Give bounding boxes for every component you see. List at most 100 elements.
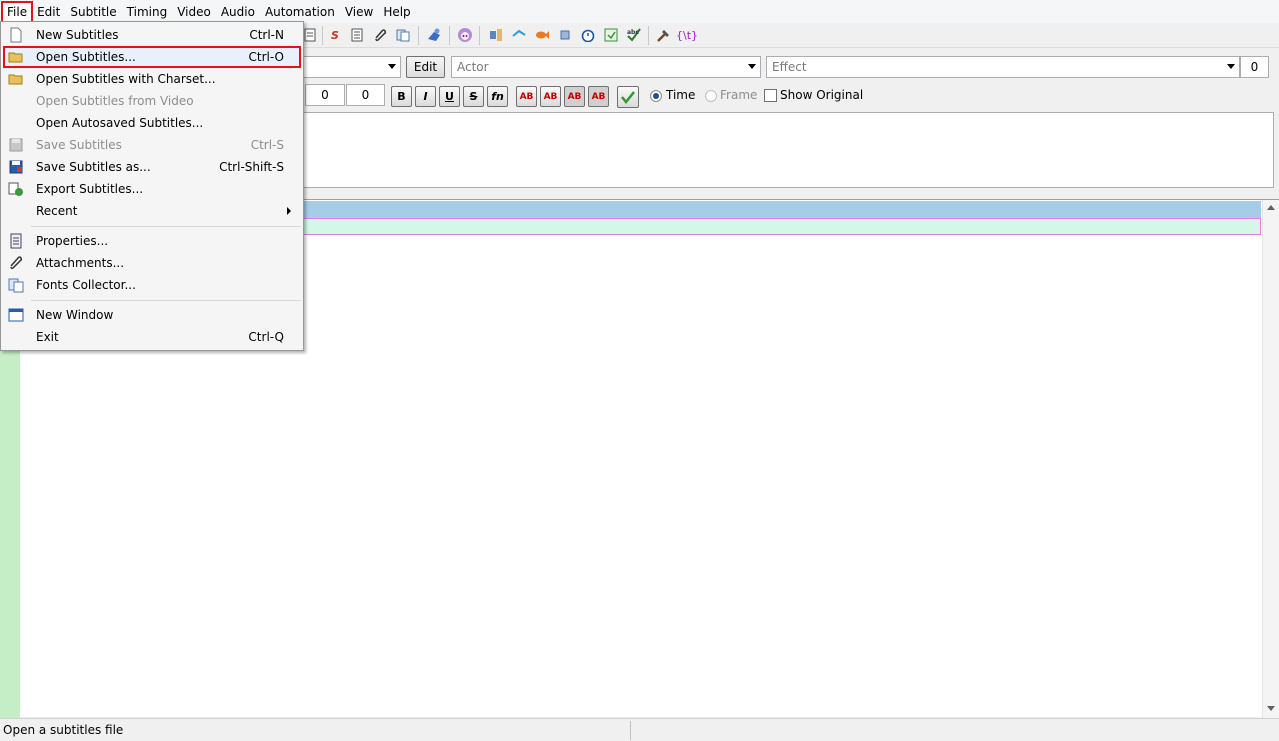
menu-item-exit[interactable]: Exit Ctrl-Q (3, 326, 301, 348)
toolbar-separator (418, 26, 419, 45)
export-icon (8, 181, 24, 197)
spellcheck-icon[interactable]: abc (626, 27, 642, 43)
paperclip-icon[interactable] (372, 27, 388, 43)
subtitle-text-area[interactable] (302, 112, 1274, 188)
shadow-color-button[interactable]: AB (588, 86, 609, 107)
actor-placeholder: Actor (457, 60, 489, 74)
time-label: Time (666, 88, 696, 102)
checkmark-icon (620, 89, 636, 105)
menu-item-label: Attachments... (36, 256, 125, 270)
edit-style-button[interactable]: Edit (406, 56, 445, 78)
menu-video[interactable]: Video (172, 2, 216, 22)
menu-subtitle[interactable]: Subtitle (65, 2, 121, 22)
menu-item-shortcut: Ctrl-O (248, 50, 284, 64)
primary-color-button[interactable]: AB (516, 86, 537, 107)
window-icon (8, 307, 24, 323)
menu-item-label: Save Subtitles (36, 138, 122, 152)
menu-item-shortcut: Ctrl-N (249, 28, 284, 42)
fonts-collector-icon[interactable] (395, 27, 411, 43)
menu-item-export[interactable]: Export Subtitles... (3, 178, 301, 200)
automation-icon[interactable] (426, 27, 442, 43)
effect-dropdown[interactable]: Effect (766, 56, 1240, 78)
toolbar-separator (449, 26, 450, 45)
tag-icon[interactable]: {\t} (676, 27, 698, 43)
menu-item-save-subtitles[interactable]: Save Subtitles Ctrl-S (3, 134, 301, 156)
menu-help[interactable]: Help (378, 2, 415, 22)
bold-button[interactable]: B (391, 86, 412, 107)
fish-icon[interactable] (534, 27, 550, 43)
stop-icon[interactable] (557, 27, 573, 43)
save-as-icon (8, 159, 24, 175)
scroll-up-icon[interactable] (1267, 205, 1275, 210)
menu-item-open-subtitles[interactable]: Open Subtitles... Ctrl-O (3, 46, 301, 68)
status-bar: Open a subtitles file (0, 718, 1279, 741)
time-radio[interactable] (650, 90, 662, 102)
outline-color-button[interactable]: AB (564, 86, 585, 107)
menu-item-new-window[interactable]: New Window (3, 304, 301, 326)
menu-item-label: Recent (36, 204, 78, 218)
menu-item-properties[interactable]: Properties... (3, 230, 301, 252)
new-file-icon (8, 27, 24, 43)
strikeout-button[interactable]: S (463, 86, 484, 107)
frame-radio[interactable] (705, 90, 717, 102)
menu-timing[interactable]: Timing (122, 2, 173, 22)
toolbar-separator (648, 26, 649, 45)
menu-item-recent[interactable]: Recent (3, 200, 301, 222)
jump-to-icon[interactable] (488, 27, 504, 43)
layer-field[interactable]: 0 (1240, 56, 1269, 78)
font-button[interactable]: fn (487, 86, 508, 107)
translation-icon[interactable] (603, 27, 619, 43)
menu-item-label: Open Subtitles with Charset... (36, 72, 216, 86)
menu-item-open-from-video[interactable]: Open Subtitles from Video (3, 90, 301, 112)
paperclip-icon (8, 255, 24, 271)
menubar: File Edit Subtitle Timing Video Audio Au… (0, 0, 1279, 23)
menu-view[interactable]: View (340, 2, 378, 22)
secondary-color-button[interactable]: AB (540, 86, 561, 107)
chevron-down-icon (1227, 64, 1235, 69)
style-dropdown[interactable] (302, 56, 401, 78)
svg-text:abc: abc (627, 29, 639, 36)
toolbar-separator (322, 26, 323, 45)
menu-item-label: Open Subtitles... (36, 50, 136, 64)
italic-button[interactable]: I (415, 86, 436, 107)
menu-audio[interactable]: Audio (216, 2, 260, 22)
margin-field[interactable]: 0 (305, 84, 345, 106)
fonts-icon (8, 277, 24, 293)
file-menu: New Subtitles Ctrl-N Open Subtitles... C… (0, 21, 304, 351)
tools-icon[interactable] (656, 27, 672, 43)
toolbar-separator (479, 26, 480, 45)
menu-file[interactable]: File (0, 0, 34, 23)
open-folder-icon (8, 49, 24, 65)
menu-item-label: New Window (36, 308, 114, 322)
menu-item-label: Properties... (36, 234, 109, 248)
show-original-checkbox[interactable] (764, 89, 777, 102)
menu-item-fonts-collector[interactable]: Fonts Collector... (3, 274, 301, 296)
status-separator (630, 721, 631, 740)
toolbar-properties-icon[interactable] (302, 27, 318, 43)
menu-edit[interactable]: Edit (32, 2, 65, 22)
margin-field[interactable]: 0 (346, 84, 385, 106)
menu-item-shortcut: Ctrl-Q (248, 330, 284, 344)
commit-button[interactable] (617, 86, 639, 108)
menu-item-label: Open Autosaved Subtitles... (36, 116, 204, 130)
status-text: Open a subtitles file (3, 723, 124, 737)
styles-manager-icon[interactable]: S (327, 27, 343, 43)
menu-item-label: Open Subtitles from Video (36, 94, 194, 108)
underline-button[interactable]: U (439, 86, 460, 107)
properties-icon[interactable] (349, 27, 365, 43)
chevron-down-icon (388, 64, 396, 69)
menu-item-label: Export Subtitles... (36, 182, 144, 196)
menu-item-attachments[interactable]: Attachments... (3, 252, 301, 274)
menu-automation[interactable]: Automation (260, 2, 340, 22)
menu-item-open-with-charset[interactable]: Open Subtitles with Charset... (3, 68, 301, 90)
menu-item-label: Exit (36, 330, 59, 344)
actor-dropdown[interactable]: Actor (451, 56, 761, 78)
timer-icon[interactable] (580, 27, 596, 43)
menu-item-new-subtitles[interactable]: New Subtitles Ctrl-N (3, 24, 301, 46)
mascot-icon[interactable] (457, 27, 473, 43)
snap-icon[interactable] (511, 27, 527, 43)
menu-item-open-autosaved[interactable]: Open Autosaved Subtitles... (3, 112, 301, 134)
scroll-down-icon[interactable] (1267, 706, 1275, 711)
menu-item-save-as[interactable]: Save Subtitles as... Ctrl-Shift-S (3, 156, 301, 178)
vertical-scrollbar[interactable] (1262, 200, 1279, 718)
